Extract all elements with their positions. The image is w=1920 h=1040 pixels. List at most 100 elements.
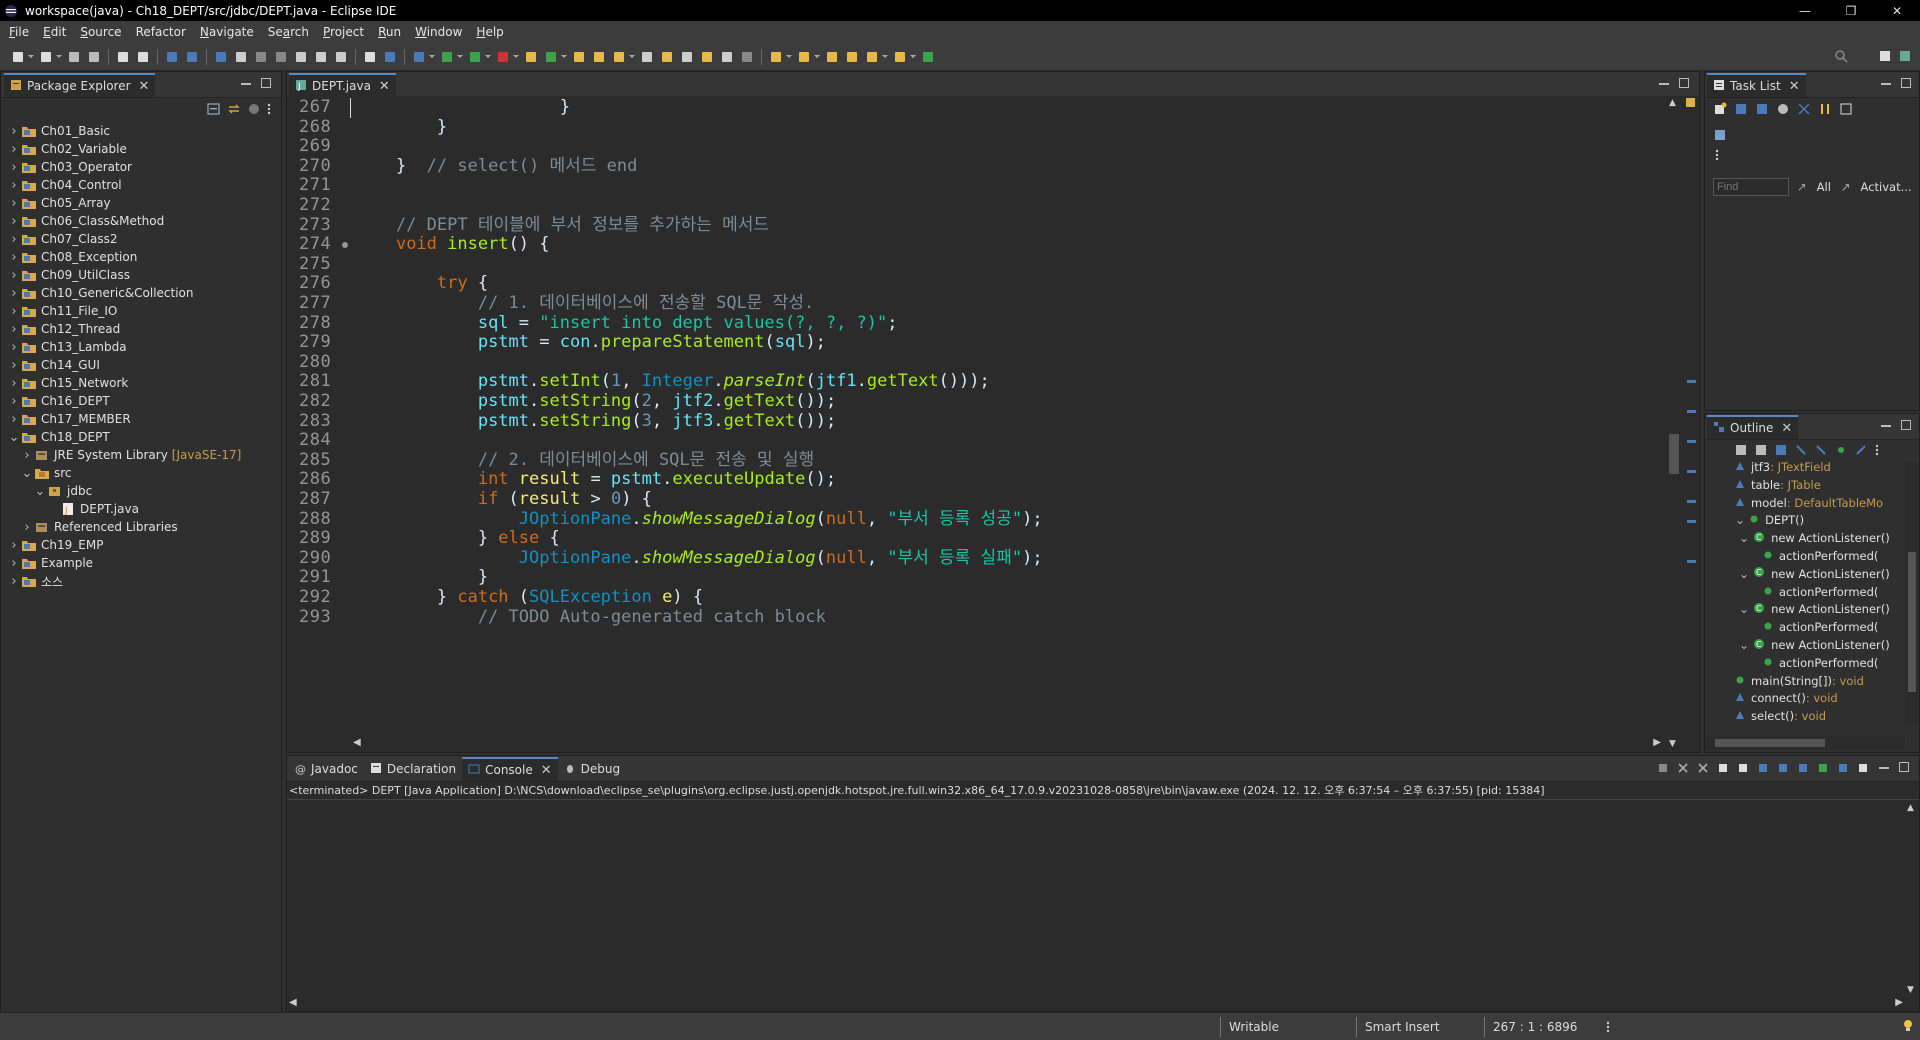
occurrence-marker[interactable] <box>1687 410 1696 413</box>
chevron-right-icon[interactable]: › <box>9 286 19 301</box>
tree-item[interactable]: › Ch03_Operator <box>1 158 281 176</box>
maximize-icon[interactable] <box>261 78 271 88</box>
console-horizontal-scrollbar[interactable]: ◀ ▶ <box>287 997 1905 1011</box>
sync-icon[interactable] <box>1776 102 1790 119</box>
tree-item[interactable]: › Referenced Libraries <box>1 518 281 536</box>
code-editor[interactable]: ▲ ▼ 267 } 268 } 269 270 } // select() 메서드 e… <box>287 96 1699 751</box>
scroll-down-arrow[interactable]: ▼ <box>1669 739 1676 749</box>
minimize-icon[interactable] <box>1881 420 1891 427</box>
save-icon[interactable] <box>66 49 82 65</box>
chevron-right-icon[interactable]: › <box>9 178 19 193</box>
minimize-button[interactable]: — <box>1782 0 1828 21</box>
tab-dept-java[interactable]: J DEPT.java ✕ <box>289 73 396 97</box>
tree-item[interactable]: › Ch02_Variable <box>1 140 281 158</box>
minimize-icon[interactable] <box>1879 762 1889 769</box>
chevron-right-icon[interactable]: › <box>9 556 19 571</box>
menu-window[interactable]: Window <box>408 21 469 43</box>
toggle-block-icon[interactable] <box>382 49 398 65</box>
menu-edit[interactable]: Edit <box>36 21 73 43</box>
remove-all-icon[interactable] <box>1697 762 1709 777</box>
scroll-up-arrow[interactable]: ▲ <box>1907 803 1914 813</box>
open-perspective-icon[interactable] <box>1878 49 1892 66</box>
outline-item[interactable]: ⌄ Cnew ActionListener() <box>1739 636 1890 654</box>
search-icon[interactable] <box>611 49 627 65</box>
run-coverage-icon[interactable] <box>467 49 483 65</box>
new-task-icon[interactable] <box>1713 102 1727 119</box>
collapse-all-icon[interactable] <box>207 102 221 119</box>
tree-item[interactable]: › 소스 <box>1 572 281 590</box>
tab-outline[interactable]: Outline ✕ <box>1707 415 1799 439</box>
close-icon[interactable]: ✕ <box>1789 79 1800 94</box>
menu-navigate[interactable]: Navigate <box>193 21 261 43</box>
terminal-icon[interactable] <box>920 49 936 65</box>
close-window-button[interactable]: ✕ <box>1874 0 1920 21</box>
chevron-right-icon[interactable]: › <box>9 214 19 229</box>
dropdown-arrow-icon[interactable] <box>561 49 567 65</box>
occurrence-marker[interactable] <box>1687 520 1696 523</box>
coverage-icon[interactable] <box>362 49 378 65</box>
close-icon[interactable]: ✕ <box>1781 421 1792 436</box>
tab-package-explorer[interactable]: Package Explorer ✕ <box>4 73 156 97</box>
new-icon[interactable] <box>10 49 26 65</box>
tree-item[interactable]: › Ch10_Generic&Collection <box>1 284 281 302</box>
outline-item[interactable]: ⌄ Cnew ActionListener() <box>1739 600 1890 618</box>
chevron-down-icon[interactable]: ⌄ <box>1739 567 1749 581</box>
chevron-right-icon[interactable]: › <box>9 412 19 427</box>
external-tools-icon[interactable] <box>495 49 511 65</box>
dropdown-arrow-icon[interactable] <box>786 49 792 65</box>
tree-item[interactable]: ⌄ src <box>1 464 281 482</box>
chevron-right-icon[interactable]: › <box>9 142 19 157</box>
tree-item[interactable]: › Ch08_Exception <box>1 248 281 266</box>
scroll-left-arrow[interactable]: ◀ <box>289 997 297 1008</box>
chevron-down-icon[interactable]: ⌄ <box>9 430 20 445</box>
sort-icon[interactable] <box>1735 444 1747 459</box>
occurrence-marker[interactable] <box>1687 470 1696 473</box>
console-output[interactable] <box>287 801 1903 997</box>
tree-item[interactable]: › Ch01_Basic <box>1 122 281 140</box>
highlight-icon[interactable] <box>659 49 675 65</box>
dropdown-arrow-icon[interactable] <box>814 49 820 65</box>
block-selection-icon[interactable] <box>699 49 715 65</box>
occurrence-marker[interactable] <box>1687 440 1696 443</box>
public-member-icon[interactable] <box>1835 444 1847 459</box>
close-icon[interactable]: ✕ <box>139 79 150 94</box>
chevron-right-icon[interactable]: › <box>22 448 32 463</box>
forward-nav-icon[interactable] <box>892 49 908 65</box>
view-menu-icon[interactable] <box>267 102 271 119</box>
tree-item[interactable]: › Ch16_DEPT <box>1 392 281 410</box>
console-vertical-scrollbar[interactable]: ▲ ▼ <box>1905 801 1919 997</box>
outline-item[interactable]: connect() : void <box>1735 689 1838 707</box>
chevron-down-icon[interactable]: ⌄ <box>1739 638 1749 652</box>
link-with-editor-icon[interactable] <box>227 102 241 119</box>
minimize-icon[interactable] <box>241 78 251 85</box>
close-icon[interactable]: ✕ <box>379 79 390 94</box>
editor-vertical-scrollbar[interactable]: ▲ ▼ <box>1667 96 1681 751</box>
scroll-up-arrow[interactable]: ▲ <box>1669 98 1676 108</box>
undo-icon[interactable] <box>115 49 131 65</box>
hide-local-types-icon[interactable] <box>1815 444 1827 459</box>
remove-launch-icon[interactable] <box>1677 762 1689 777</box>
scroll-right-arrow[interactable]: ▶ <box>1895 997 1903 1008</box>
resume-icon[interactable] <box>213 49 229 65</box>
suspend-icon[interactable] <box>233 49 249 65</box>
scroll-right-arrow[interactable]: ▶ <box>1653 737 1661 748</box>
occurrence-marker[interactable] <box>1687 500 1696 503</box>
tree-item[interactable]: ⌄ Ch18_DEPT <box>1 428 281 446</box>
chevron-right-icon[interactable]: › <box>9 124 19 139</box>
status-menu-icon[interactable] <box>1606 1021 1610 1036</box>
back-icon[interactable] <box>824 49 840 65</box>
sort-icon[interactable] <box>1818 102 1832 119</box>
tree-item[interactable]: › JRE System Library [JavaSE-17] <box>1 446 281 464</box>
filter-completed-icon[interactable] <box>1797 102 1811 119</box>
new-class-icon[interactable] <box>543 49 559 65</box>
new-java-project-icon[interactable] <box>523 49 539 65</box>
tree-item[interactable]: › Example <box>1 554 281 572</box>
tree-item[interactable]: › Ch06_Class&Method <box>1 212 281 230</box>
task-repo-icon[interactable] <box>1713 128 1727 145</box>
outline-item[interactable]: ⌄ DEPT() <box>1735 511 1804 529</box>
hide-fields-icon[interactable] <box>1755 444 1767 459</box>
tree-item[interactable]: › Ch14_GUI <box>1 356 281 374</box>
dropdown-arrow-icon[interactable] <box>485 49 491 65</box>
chevron-right-icon[interactable]: › <box>9 574 19 589</box>
open-folder-icon[interactable] <box>571 49 587 65</box>
